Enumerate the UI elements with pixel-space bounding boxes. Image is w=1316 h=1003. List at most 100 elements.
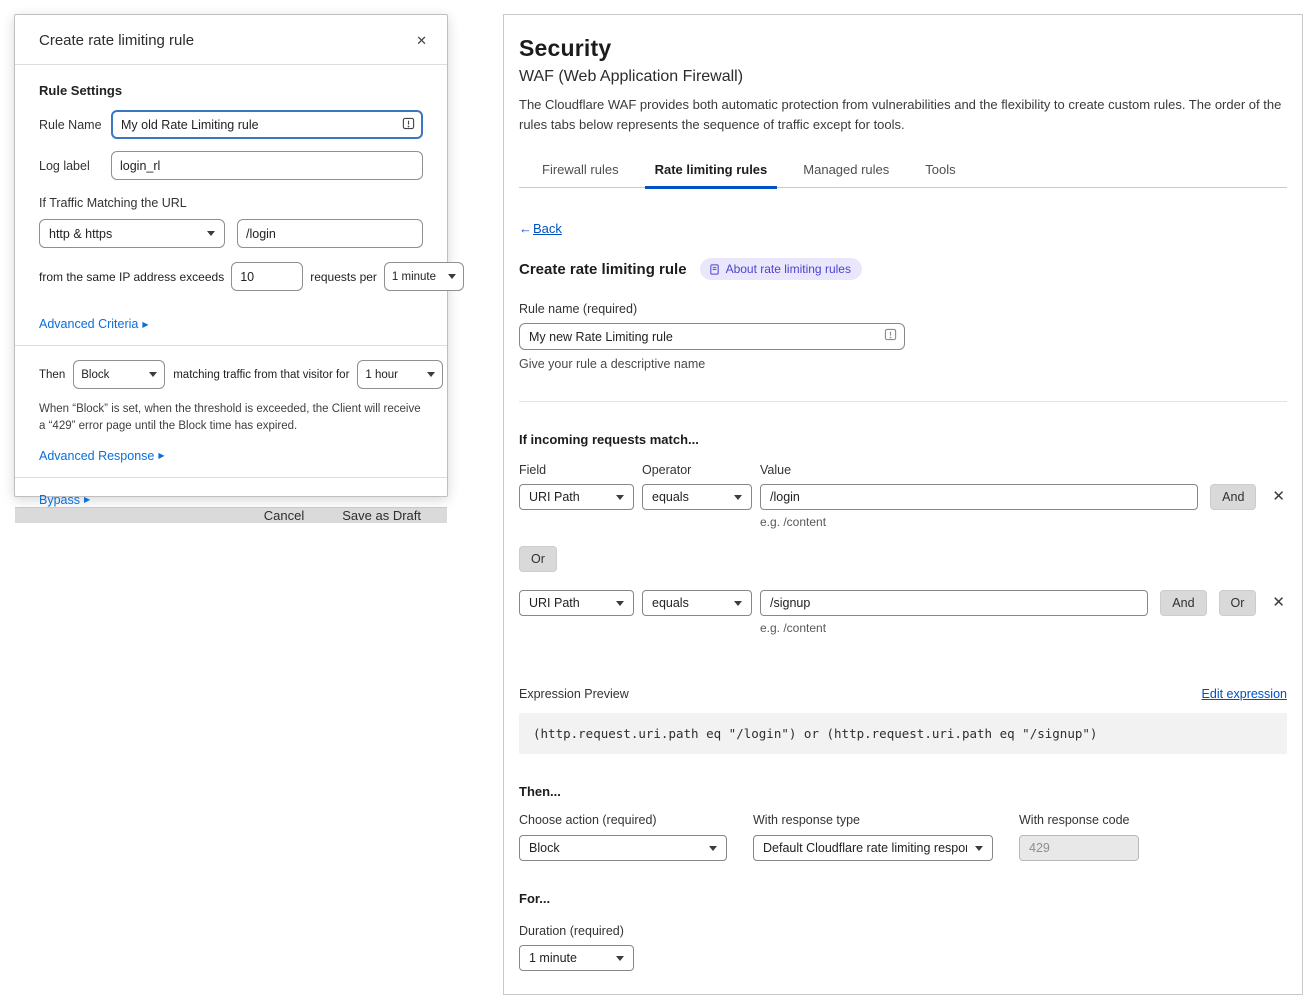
- chevron-down-icon: [149, 372, 157, 377]
- field-column-label: Field: [519, 463, 642, 477]
- value-input[interactable]: [760, 484, 1198, 510]
- chevron-down-icon: [616, 956, 624, 961]
- about-rate-limiting-badge[interactable]: About rate limiting rules: [700, 258, 862, 280]
- tab-bar: Firewall rules Rate limiting rules Manag…: [519, 156, 1287, 188]
- cancel-button[interactable]: Cancel: [264, 508, 304, 523]
- match-row-1: URI Path equals And ✕: [519, 484, 1287, 510]
- block-duration-value: 1 hour: [365, 369, 398, 381]
- triangle-right-icon: ▶: [84, 495, 90, 504]
- triangle-right-icon: ▶: [158, 451, 164, 460]
- match-heading: If incoming requests match...: [519, 432, 1287, 447]
- rule-name-input[interactable]: [519, 323, 905, 350]
- chevron-down-icon: [616, 601, 624, 606]
- scheme-select-value: http & https: [49, 227, 112, 241]
- badge-label: About rate limiting rules: [726, 262, 851, 276]
- expression-code: (http.request.uri.path eq "/login") or (…: [519, 713, 1287, 754]
- block-duration-select[interactable]: 1 hour: [357, 360, 443, 389]
- response-code-input: [1019, 835, 1139, 861]
- back-arrow-icon: ←: [519, 221, 532, 236]
- log-label-wrap: [111, 151, 423, 180]
- requests-input[interactable]: [231, 262, 303, 291]
- and-button[interactable]: And: [1160, 590, 1206, 616]
- advanced-criteria-link[interactable]: Advanced Criteria ▶: [39, 317, 149, 331]
- match-row-2: URI Path equals And Or ✕: [519, 590, 1287, 616]
- or-button[interactable]: Or: [1219, 590, 1257, 616]
- page-subtitle: WAF (Web Application Firewall): [519, 68, 1287, 86]
- exceeds-text: from the same IP address exceeds: [39, 270, 224, 284]
- field-select[interactable]: URI Path: [519, 590, 634, 616]
- value-hint: e.g. /content: [760, 621, 1287, 635]
- action-select[interactable]: Block: [519, 835, 727, 861]
- operator-column-label: Operator: [642, 463, 760, 477]
- operator-select-value: equals: [652, 490, 689, 504]
- period-select[interactable]: 1 minute: [384, 262, 464, 291]
- chevron-down-icon: [734, 495, 742, 500]
- log-label-input[interactable]: [111, 151, 423, 180]
- remove-icon[interactable]: ✕: [1270, 484, 1287, 510]
- rule-name-label: Rule name (required): [519, 302, 1287, 316]
- tab-managed-rules[interactable]: Managed rules: [801, 156, 891, 187]
- page-title: Security: [519, 35, 1287, 62]
- traffic-heading: If Traffic Matching the URL: [39, 196, 423, 210]
- rule-name-wrap: [111, 110, 423, 139]
- duration-label: Duration (required): [519, 924, 1287, 938]
- modal-footer: Cancel Save as Draft: [15, 507, 447, 523]
- duration-select[interactable]: 1 minute: [519, 945, 634, 971]
- action-select-value: Block: [529, 841, 560, 855]
- advanced-response-link[interactable]: Advanced Response ▶: [39, 449, 165, 463]
- edit-expression-link[interactable]: Edit expression: [1202, 687, 1287, 701]
- bypass-label: Bypass: [39, 493, 80, 507]
- block-note: When “Block” is set, when the threshold …: [39, 401, 423, 436]
- and-button[interactable]: And: [1210, 484, 1256, 510]
- period-select-value: 1 minute: [392, 271, 436, 283]
- url-input[interactable]: [237, 219, 423, 248]
- or-connector-button[interactable]: Or: [519, 546, 557, 572]
- response-type-value: Default Cloudflare rate limiting respons…: [763, 841, 967, 855]
- divider: [519, 401, 1287, 402]
- operator-select-value: equals: [652, 596, 689, 610]
- tab-tools[interactable]: Tools: [923, 156, 957, 187]
- chevron-down-icon: [207, 231, 215, 236]
- value-input[interactable]: [760, 590, 1148, 616]
- tab-firewall-rules[interactable]: Firewall rules: [540, 156, 621, 187]
- save-as-draft-button[interactable]: Save as Draft: [342, 508, 421, 523]
- value-hint: e.g. /content: [760, 515, 1287, 529]
- divider: [15, 345, 447, 346]
- response-type-label: With response type: [753, 813, 993, 827]
- matching-text: matching traffic from that visitor for: [173, 369, 349, 381]
- rule-name-row: Rule Name: [39, 110, 423, 139]
- create-rule-heading: Create rate limiting rule: [519, 261, 687, 278]
- remove-icon[interactable]: ✕: [1270, 590, 1287, 616]
- url-wrap: [237, 219, 423, 248]
- modal-body: Rule Settings Rule Name Log label If Tra…: [15, 65, 447, 507]
- advanced-response-label: Advanced Response: [39, 449, 154, 463]
- requests-per-text: requests per: [310, 270, 377, 284]
- action-select[interactable]: Block: [73, 360, 165, 389]
- duration-select-value: 1 minute: [529, 951, 577, 965]
- screen: Create rate limiting rule ✕ Rule Setting…: [0, 0, 1316, 1003]
- field-select[interactable]: URI Path: [519, 484, 634, 510]
- log-label-row: Log label: [39, 151, 423, 180]
- response-type-select[interactable]: Default Cloudflare rate limiting respons…: [753, 835, 993, 861]
- operator-select[interactable]: equals: [642, 484, 752, 510]
- operator-select[interactable]: equals: [642, 590, 752, 616]
- threshold-row: from the same IP address exceeds request…: [39, 262, 423, 291]
- back-link[interactable]: ←Back: [519, 221, 562, 236]
- modal-title: Create rate limiting rule: [39, 32, 194, 49]
- close-icon[interactable]: ✕: [416, 33, 427, 49]
- scheme-select[interactable]: http & https: [39, 219, 225, 248]
- then-row: Then Block matching traffic from that vi…: [39, 360, 423, 389]
- divider: [15, 477, 447, 478]
- rule-name-wrap: [519, 323, 905, 350]
- action-label: Choose action (required): [519, 813, 727, 827]
- tab-rate-limiting-rules[interactable]: Rate limiting rules: [653, 156, 770, 187]
- chevron-down-icon: [427, 372, 435, 377]
- heading-row: Create rate limiting rule About rate lim…: [519, 258, 1287, 280]
- action-col: Choose action (required) Block: [519, 813, 727, 861]
- response-code-col: With response code: [1019, 813, 1139, 861]
- chevron-down-icon: [975, 846, 983, 851]
- bypass-link[interactable]: Bypass ▶: [39, 493, 90, 507]
- response-code-label: With response code: [1019, 813, 1139, 827]
- rule-name-input[interactable]: [111, 110, 423, 139]
- expression-preview-label: Expression Preview: [519, 687, 629, 701]
